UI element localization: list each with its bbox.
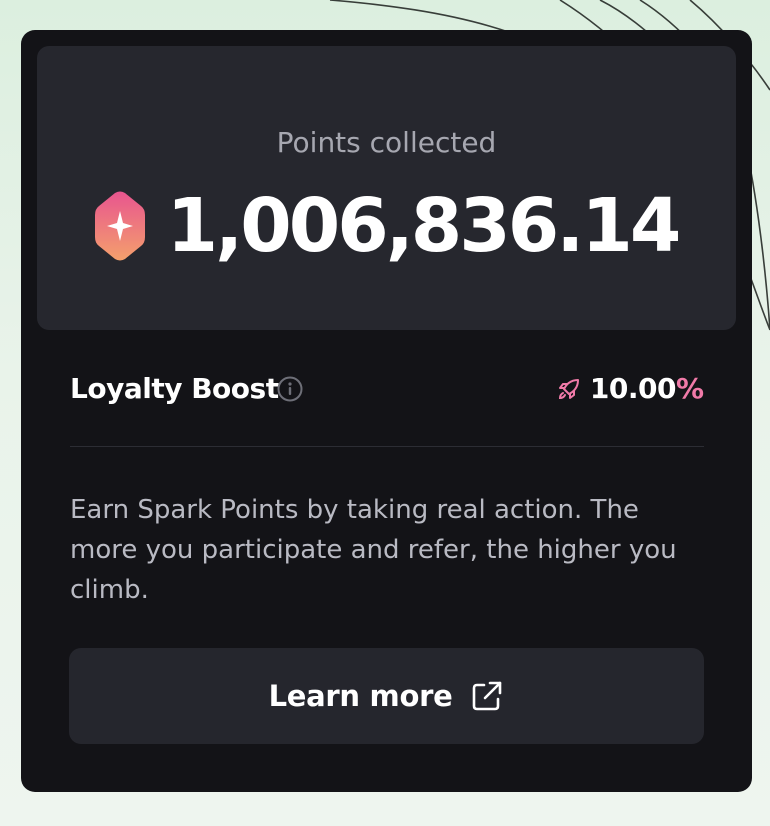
boost-percent-sign: % xyxy=(675,372,704,405)
points-display: 1,006,836.14 xyxy=(37,186,736,266)
rocket-icon xyxy=(558,379,579,400)
loyalty-boost-row: Loyalty Boost 10.00% xyxy=(70,370,704,408)
learn-more-button[interactable]: Learn more xyxy=(69,648,704,744)
loyalty-boost-value: 10.00% xyxy=(556,370,704,408)
boost-percent-number: 10.00 xyxy=(589,372,677,405)
external-link-icon xyxy=(473,681,502,711)
points-label: Points collected xyxy=(276,126,497,159)
points-value: 1,006,836.14 xyxy=(166,183,682,269)
loyalty-boost-title: Loyalty Boost xyxy=(70,372,279,405)
points-card: Points collected 1,006,836.14 Loyalty Bo… xyxy=(21,30,752,792)
info-icon[interactable] xyxy=(277,376,303,402)
spark-gem-icon xyxy=(94,191,145,261)
points-summary-panel: Points collected 1,006,836.14 xyxy=(37,46,736,330)
divider xyxy=(70,446,704,447)
description-text: Earn Spark Points by taking real action.… xyxy=(70,495,677,605)
learn-more-label: Learn more xyxy=(268,679,453,713)
